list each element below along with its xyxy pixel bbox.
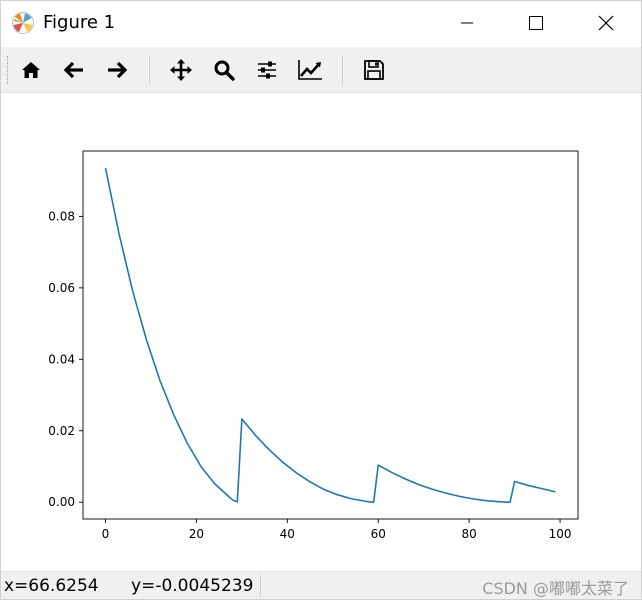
arrow-left-icon [63, 61, 83, 79]
back-button[interactable] [59, 55, 89, 85]
status-bar: x=66.6254 y=-0.0045239 CSDN @嘟嘟太菜了 [1, 571, 641, 599]
configure-subplots-button[interactable] [252, 55, 282, 85]
line-chart: 0 20 40 60 80 100 0.00 0.02 0.04 0.06 0.08 [48, 150, 579, 541]
x-tick-label: 40 [280, 527, 295, 541]
figure-window: Figure 1 0 20 40 60 80 100 0.00 0.02 0.0… [0, 0, 642, 600]
x-tick-label: 80 [461, 527, 476, 541]
y-tick-label: 0.04 [48, 352, 75, 366]
x-tick-label: 60 [371, 527, 386, 541]
y-tick-label: 0.08 [48, 209, 75, 223]
close-button[interactable] [583, 1, 629, 45]
y-tick-label: 0.00 [48, 495, 75, 509]
save-button[interactable] [359, 55, 389, 85]
search-icon [214, 60, 235, 81]
x-tick-label: 20 [189, 527, 204, 541]
window-title: Figure 1 [43, 12, 116, 33]
cursor-coordinates: x=66.6254 y=-0.0045239 [4, 576, 254, 596]
sliders-icon [258, 61, 276, 79]
matplotlib-logo-icon [11, 11, 35, 35]
line-chart-icon [298, 60, 322, 80]
y-tick-label: 0.06 [48, 281, 75, 295]
floppy-disk-icon [364, 60, 384, 80]
status-separator [260, 575, 261, 597]
figure-canvas[interactable]: 0 20 40 60 80 100 0.00 0.02 0.04 0.06 0.08 [1, 94, 641, 570]
move-icon [170, 59, 192, 81]
pan-button[interactable] [166, 55, 196, 85]
axes-frame [82, 150, 579, 520]
close-icon [598, 15, 614, 31]
minimize-button[interactable] [444, 1, 490, 45]
navigation-toolbar [1, 47, 641, 93]
home-button[interactable] [16, 55, 46, 85]
maximize-button[interactable] [513, 1, 559, 45]
title-bar: Figure 1 [1, 1, 641, 45]
toolbar-separator [149, 55, 150, 85]
maximize-icon [529, 16, 543, 30]
x-tick-label: 0 [102, 527, 110, 541]
home-icon [22, 62, 40, 78]
edit-axis-button[interactable] [295, 55, 325, 85]
series-line [104, 167, 556, 504]
toolbar-separator [342, 55, 343, 85]
arrow-right-icon [108, 61, 128, 79]
minimize-icon [461, 22, 473, 24]
toolbar-grip [7, 56, 10, 84]
watermark-text: CSDN @嘟嘟太菜了 [482, 579, 629, 598]
y-tick-label: 0.02 [48, 424, 75, 438]
x-tick-label: 100 [549, 527, 572, 541]
zoom-button[interactable] [209, 55, 239, 85]
forward-button[interactable] [102, 55, 132, 85]
